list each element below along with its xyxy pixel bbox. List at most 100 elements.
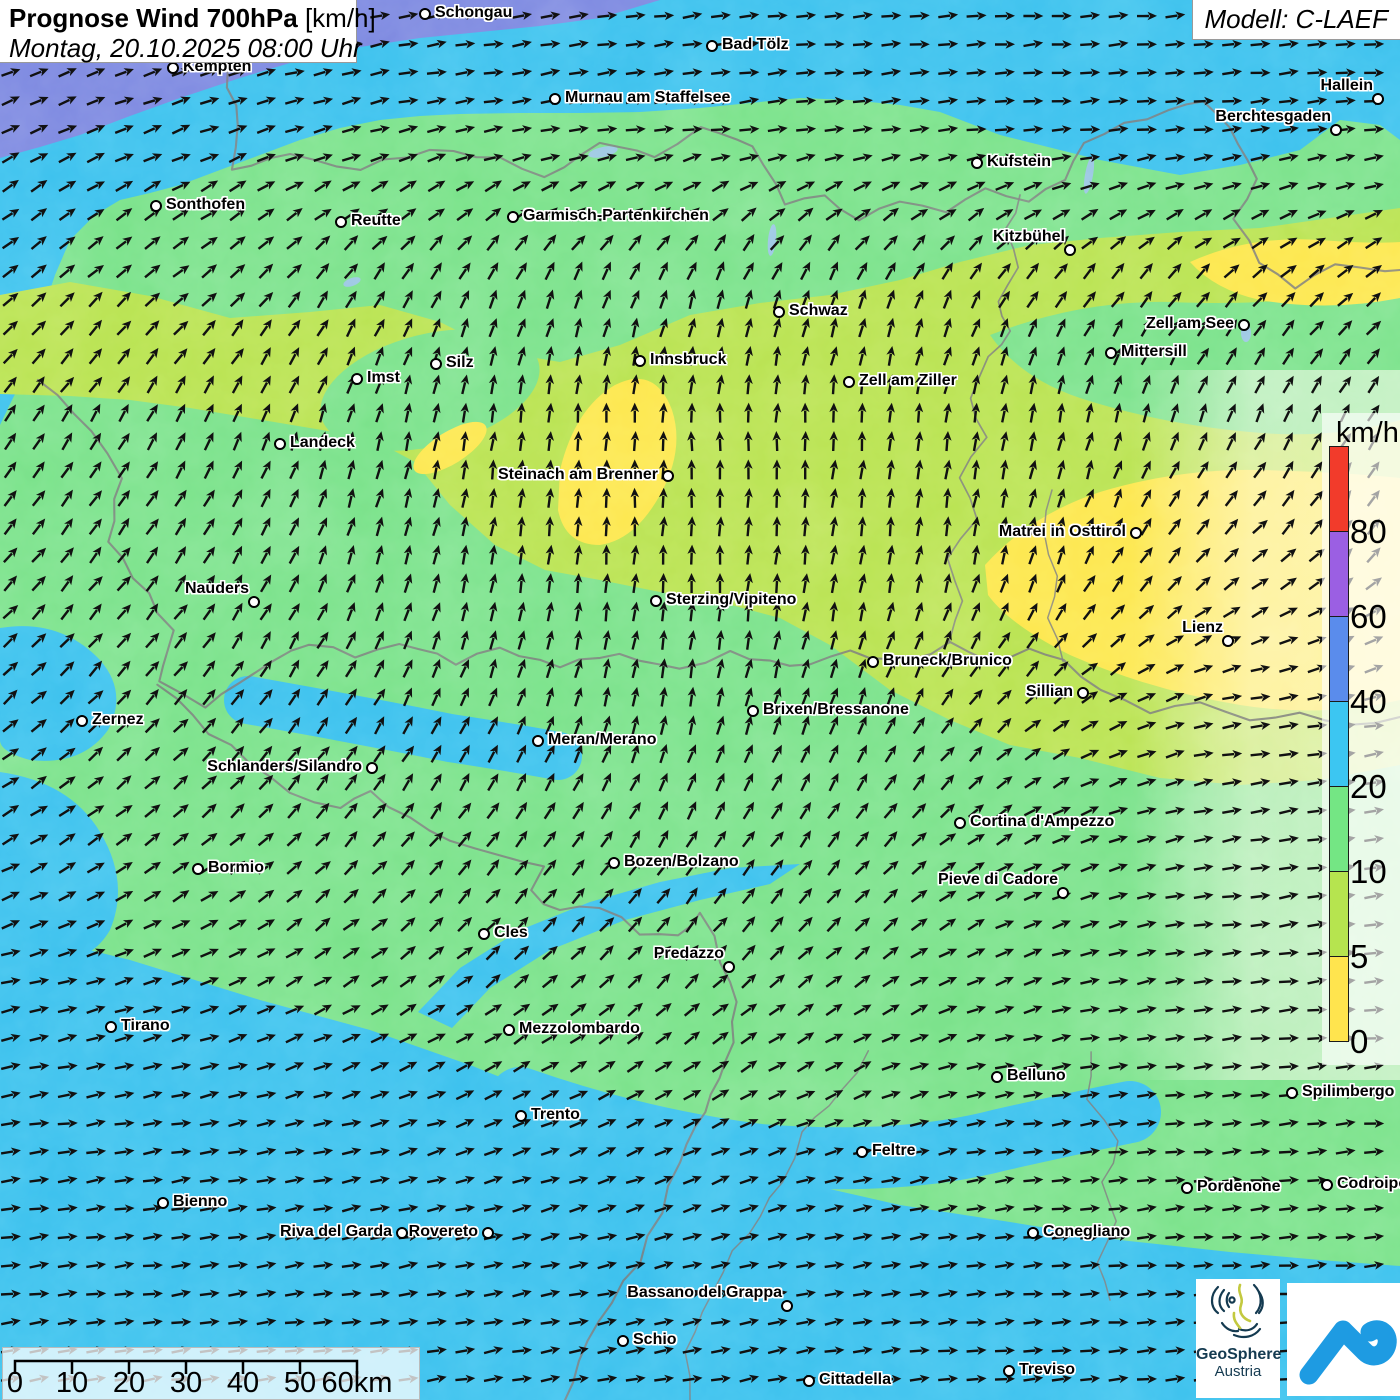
- title-unit: [km/h]: [305, 3, 376, 33]
- legend-tick-label: 10: [1350, 853, 1387, 891]
- city-marker-icon: [843, 376, 855, 388]
- city-label: Steinach am Brenner: [498, 466, 658, 484]
- city-label: Lienz: [1182, 619, 1223, 637]
- city-label: Nauders: [185, 580, 249, 598]
- city-marker-icon: [430, 358, 442, 370]
- city-label: Schio: [633, 1331, 677, 1349]
- scale-label: 20: [113, 1367, 145, 1400]
- map-title: Prognose Wind 700hPa [km/h]: [9, 3, 347, 34]
- city-marker-icon: [366, 762, 378, 774]
- city-label: Meran/Merano: [548, 731, 656, 749]
- title-box: Prognose Wind 700hPa [km/h] Montag, 20.1…: [0, 0, 357, 63]
- city-marker-icon: [1057, 887, 1069, 899]
- city-marker-icon: [351, 373, 363, 385]
- scale-label: 60km: [322, 1367, 393, 1400]
- city-label: Belluno: [1007, 1067, 1066, 1085]
- model-box: Modell: C-LAEF: [1192, 0, 1400, 40]
- city-marker-icon: [1027, 1227, 1039, 1239]
- city-label: Feltre: [872, 1142, 916, 1160]
- distance-scale-bar: 0 10 20 30 40 5060km: [2, 1347, 420, 1400]
- mountain-logo-icon: [1287, 1283, 1400, 1396]
- scale-label: 30: [170, 1367, 202, 1400]
- city-marker-icon: [608, 857, 620, 869]
- city-marker-icon: [617, 1335, 629, 1347]
- city-label: Bozen/Bolzano: [624, 853, 739, 871]
- city-label: Zell am See: [1146, 315, 1234, 333]
- legend-block-0: [1329, 956, 1349, 1042]
- city-marker-icon: [781, 1300, 793, 1312]
- city-label: Bassano del Grappa: [627, 1284, 782, 1302]
- city-marker-icon: [1077, 687, 1089, 699]
- city-marker-icon: [507, 211, 519, 223]
- city-label: Garmisch-Partenkirchen: [523, 207, 709, 225]
- city-marker-icon: [1321, 1179, 1333, 1191]
- wind-forecast-map: SchongauBad TölzKemptenMurnau am Staffel…: [0, 0, 1400, 1400]
- scale-label: 0: [7, 1367, 23, 1400]
- city-label: Hallein: [1321, 77, 1373, 95]
- city-label: Pieve di Cadore: [938, 871, 1058, 889]
- city-label: Zernez: [92, 711, 144, 729]
- geosphere-region-name: Austria: [1196, 1363, 1280, 1380]
- city-marker-icon: [192, 863, 204, 875]
- city-label: Zell am Ziller: [859, 372, 957, 390]
- city-label: Reutte: [351, 212, 401, 230]
- city-label: Matrei in Osttirol: [999, 523, 1126, 541]
- city-marker-icon: [274, 438, 286, 450]
- legend-block-5: [1329, 871, 1349, 957]
- legend-block-40: [1329, 616, 1349, 702]
- city-marker-icon: [954, 817, 966, 829]
- scale-label: 40: [227, 1367, 259, 1400]
- city-marker-icon: [150, 200, 162, 212]
- city-marker-icon: [157, 1197, 169, 1209]
- city-marker-icon: [549, 93, 561, 105]
- city-label: Bienno: [173, 1193, 227, 1211]
- city-marker-icon: [1372, 93, 1384, 105]
- city-marker-icon: [650, 595, 662, 607]
- city-marker-icon: [1130, 527, 1142, 539]
- city-label: Riva del Garda: [280, 1223, 392, 1241]
- legend-tick-label: 20: [1350, 768, 1387, 806]
- scale-label: 10: [56, 1367, 88, 1400]
- city-marker-icon: [1286, 1087, 1298, 1099]
- legend-tick-label: 5: [1350, 938, 1368, 976]
- city-label: Bruneck/Brunico: [883, 652, 1012, 670]
- city-label: Bad Tölz: [722, 36, 789, 54]
- city-marker-icon: [1064, 244, 1076, 256]
- legend-colorbar: [1329, 447, 1349, 1042]
- city-label: Pordenone: [1197, 1178, 1281, 1196]
- city-marker-icon: [662, 470, 674, 482]
- city-marker-icon: [634, 355, 646, 367]
- city-marker-icon: [706, 40, 718, 52]
- city-label: Rovereto: [409, 1223, 478, 1241]
- city-label: Codroipo: [1337, 1175, 1400, 1193]
- city-label: Imst: [367, 369, 400, 387]
- city-marker-icon: [1330, 124, 1342, 136]
- city-label: Schwaz: [789, 302, 848, 320]
- city-label: Predazzo: [654, 945, 724, 963]
- legend-tick-label: 60: [1350, 598, 1387, 636]
- city-label: Tirano: [121, 1017, 170, 1035]
- city-marker-icon: [335, 216, 347, 228]
- city-marker-icon: [419, 8, 431, 20]
- city-label: Conegliano: [1043, 1223, 1130, 1241]
- city-marker-icon: [747, 705, 759, 717]
- city-marker-icon: [1238, 319, 1250, 331]
- city-label: Kufstein: [987, 153, 1051, 171]
- city-label: Silz: [446, 354, 474, 372]
- wind-speed-legend: km/h 806040201050: [1322, 413, 1400, 1065]
- city-label: Schlanders/Silandro: [207, 758, 362, 776]
- city-marker-icon: [478, 928, 490, 940]
- title-text: Prognose Wind 700hPa: [9, 3, 298, 33]
- city-label: Brixen/Bressanone: [763, 701, 909, 719]
- city-marker-icon: [105, 1021, 117, 1033]
- city-label: Sterzing/Vipiteno: [666, 591, 796, 609]
- scale-label: 50: [284, 1367, 316, 1400]
- city-marker-icon: [503, 1024, 515, 1036]
- city-labels-layer: SchongauBad TölzKemptenMurnau am Staffel…: [0, 0, 1400, 1400]
- city-marker-icon: [76, 715, 88, 727]
- city-label: Trento: [531, 1106, 580, 1124]
- city-label: Cortina d'Ampezzo: [970, 813, 1114, 831]
- geosphere-org-name: GeoSphere: [1196, 1346, 1280, 1363]
- city-label: Treviso: [1019, 1361, 1075, 1379]
- city-marker-icon: [867, 656, 879, 668]
